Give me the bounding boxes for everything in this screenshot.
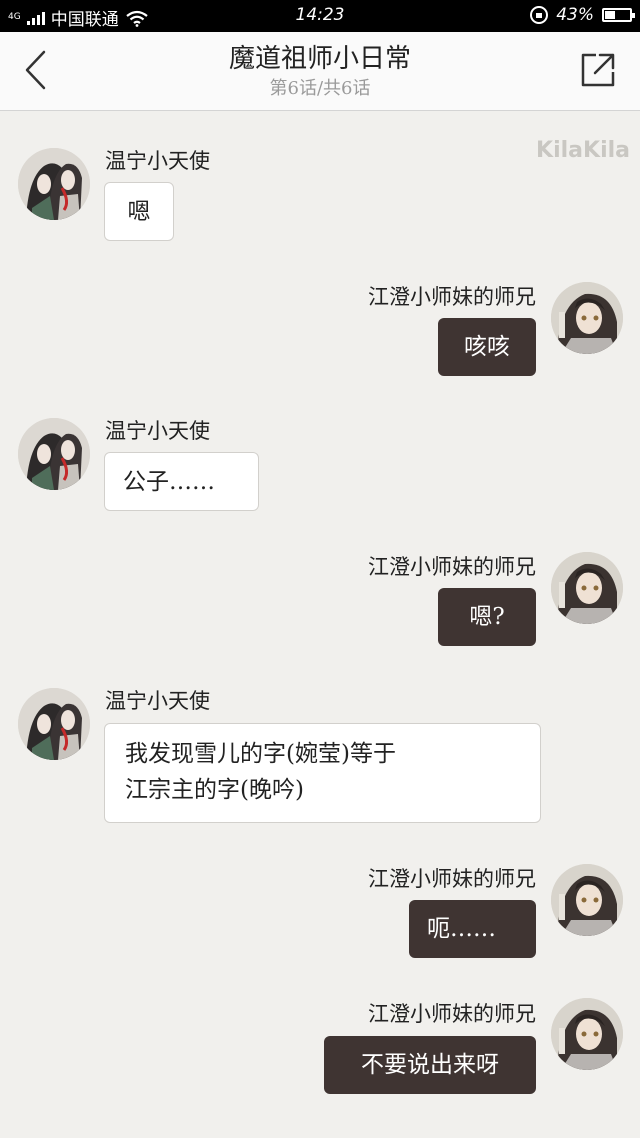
sender-name: 温宁小天使 — [105, 149, 210, 173]
message-text: 江宗主的字(晚吟) — [125, 777, 304, 803]
page-title: 魔道祖师小日常 — [228, 44, 411, 74]
message-text: 我发现雪儿的字(婉莹)等于 — [125, 741, 396, 767]
avatar-portrait-icon — [18, 148, 90, 220]
message-bubble: 呃…… — [409, 900, 536, 958]
avatar-portrait-icon — [551, 282, 623, 354]
status-right: 43% — [530, 5, 635, 25]
message-text: 呃…… — [427, 916, 496, 942]
avatar-portrait-icon — [18, 688, 90, 760]
battery-level-fill — [605, 11, 615, 19]
sender-name: 江澄小师妹的师兄 — [368, 555, 536, 579]
sender-name: 温宁小天使 — [105, 419, 210, 443]
avatar[interactable] — [551, 998, 623, 1070]
status-bar: 4G 中国联通 14:23 43% — [0, 0, 640, 32]
avatar-portrait-icon — [551, 552, 623, 624]
message-text: 嗯? — [469, 604, 505, 630]
avatar[interactable] — [551, 282, 623, 354]
avatar[interactable] — [551, 552, 623, 624]
message-bubble: 嗯? — [438, 588, 536, 646]
sender-name: 江澄小师妹的师兄 — [368, 867, 536, 891]
message-bubble: 我发现雪儿的字(婉莹)等于 江宗主的字(晚吟) — [104, 723, 541, 823]
share-button[interactable] — [578, 50, 618, 90]
message-bubble: 公子…… — [104, 452, 259, 511]
sender-name: 江澄小师妹的师兄 — [368, 1002, 536, 1026]
episode-indicator: 第6话/共6话 — [269, 78, 371, 99]
avatar[interactable] — [551, 864, 623, 936]
nav-bar: 魔道祖师小日常 第6话/共6话 — [0, 32, 640, 111]
avatar-portrait-icon — [18, 418, 90, 490]
watermark: KilaKila — [536, 138, 630, 163]
message-bubble: 咳咳 — [438, 318, 536, 376]
avatar-portrait-icon — [551, 998, 623, 1070]
rotation-lock-icon — [530, 6, 549, 24]
message-text: 嗯 — [127, 199, 151, 225]
avatar[interactable] — [18, 688, 90, 760]
avatar[interactable] — [18, 148, 90, 220]
avatar-portrait-icon — [551, 864, 623, 936]
sender-name: 温宁小天使 — [105, 689, 210, 713]
message-bubble: 嗯 — [104, 182, 174, 241]
message-text: 不要说出来呀 — [361, 1052, 499, 1078]
message-text: 咳咳 — [464, 334, 510, 360]
share-icon — [581, 53, 615, 87]
battery-percent: 43% — [556, 5, 594, 25]
battery-icon — [602, 8, 635, 22]
message-text: 公子…… — [123, 469, 215, 495]
message-bubble: 不要说出来呀 — [324, 1036, 536, 1094]
sender-name: 江澄小师妹的师兄 — [368, 285, 536, 309]
avatar[interactable] — [18, 418, 90, 490]
